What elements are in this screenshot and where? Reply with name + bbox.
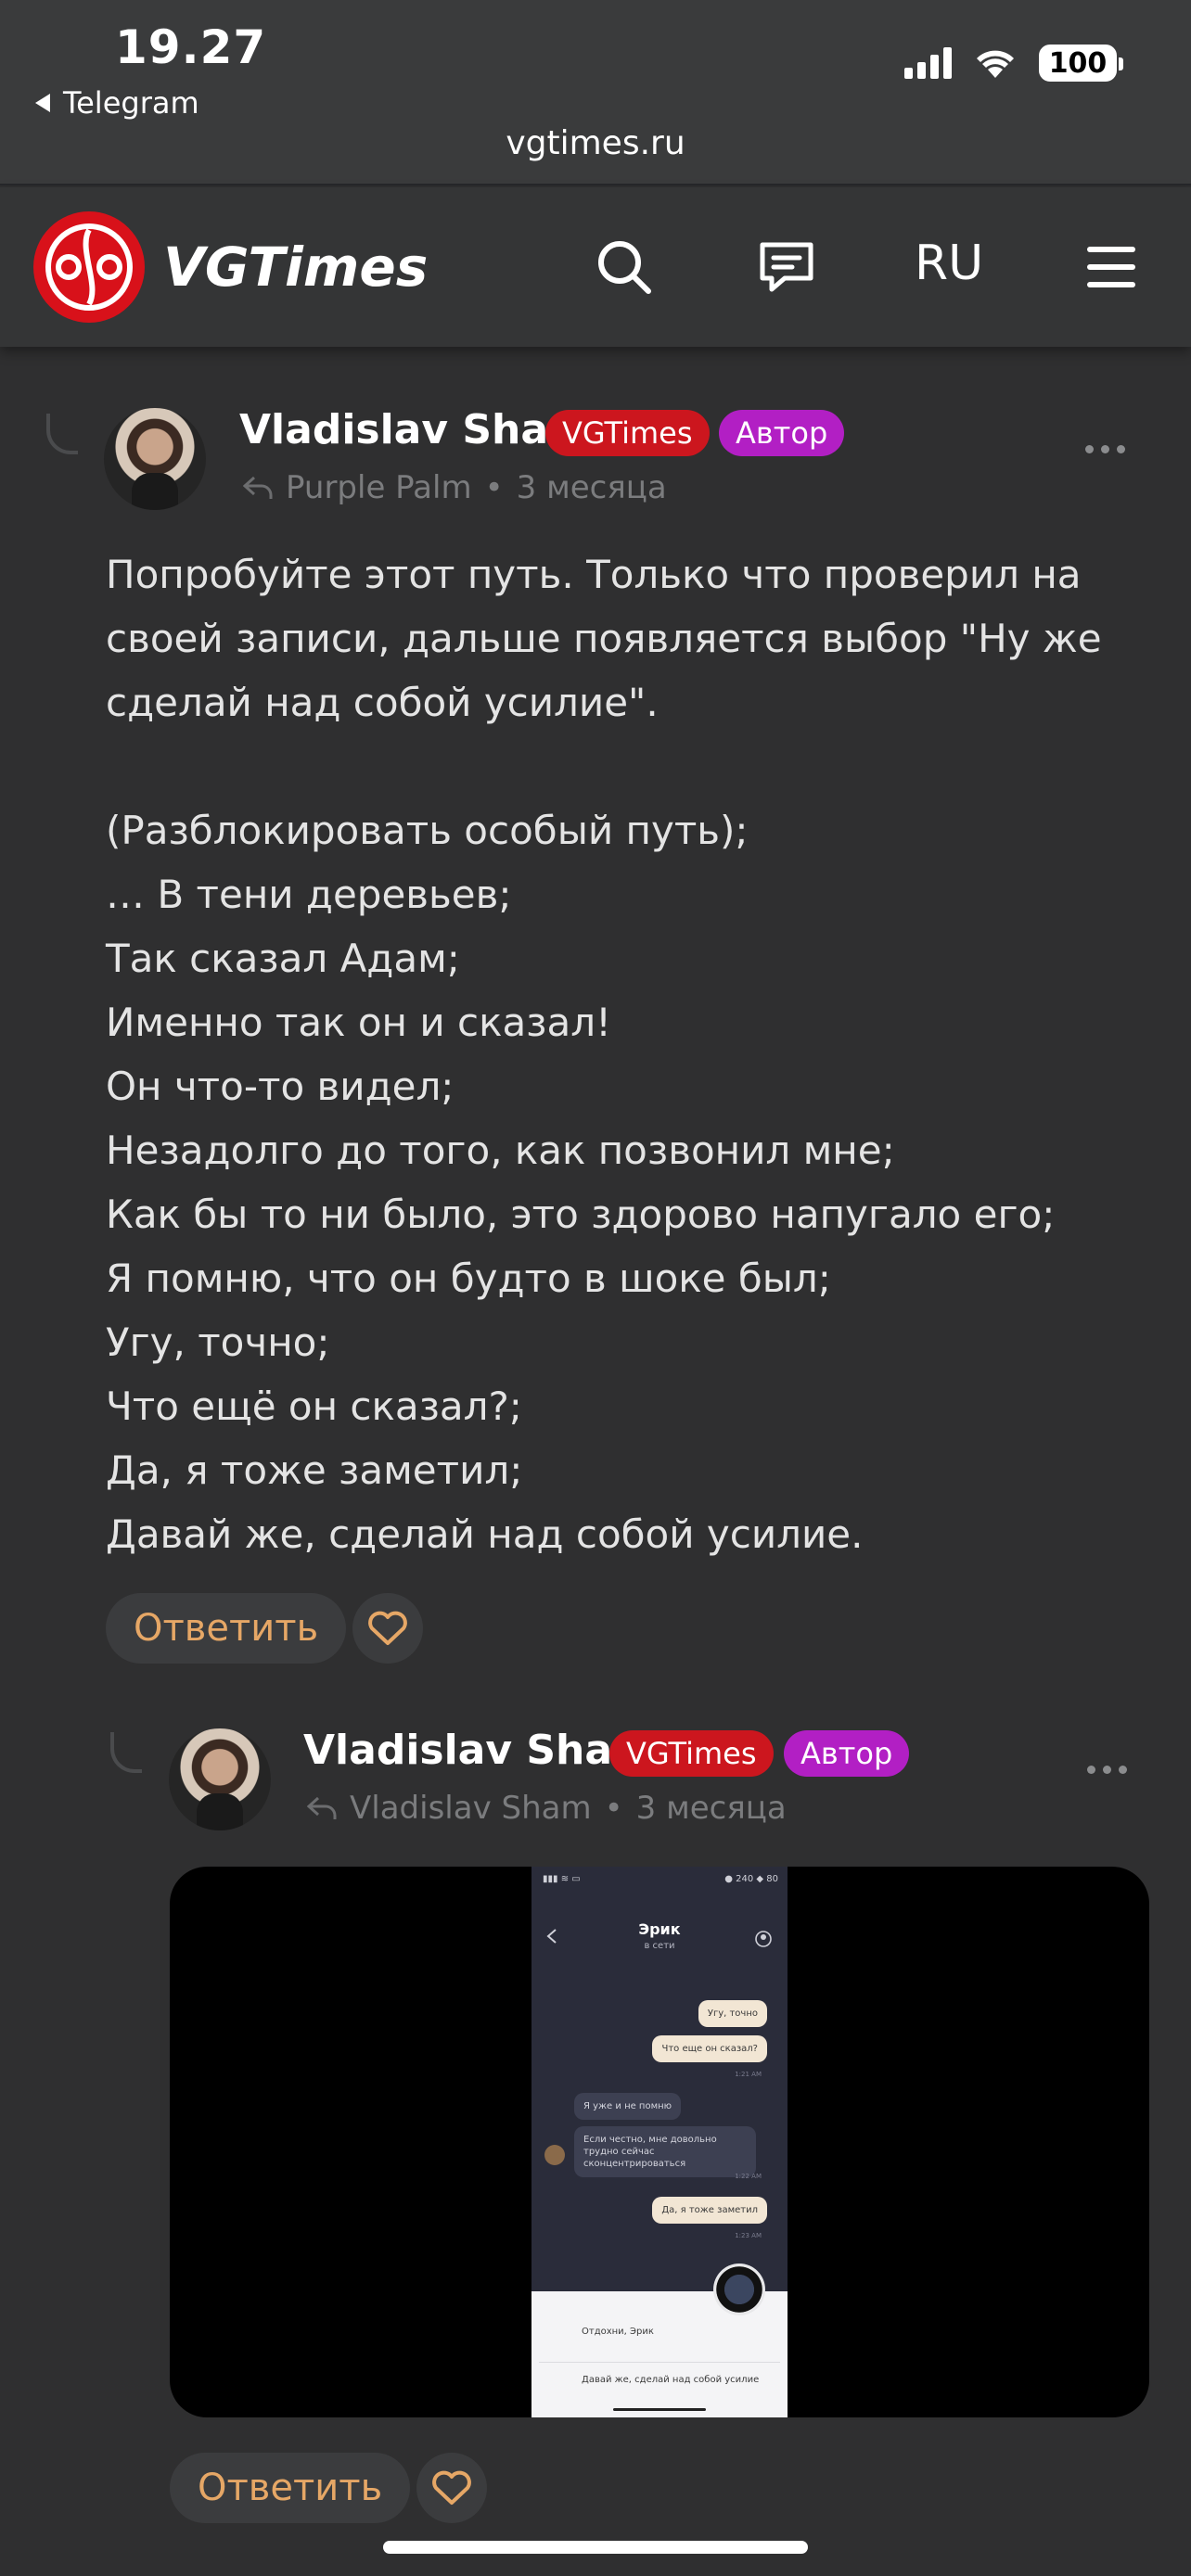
reply-to-user[interactable]: Vladislav Sham — [350, 1790, 592, 1827]
reply-arrow-icon — [243, 476, 273, 499]
url-bar[interactable]: vgtimes.ru — [0, 124, 1191, 162]
badge-author: Автор — [784, 1730, 910, 1777]
reply-arrow-icon — [307, 1796, 337, 1819]
comment-author[interactable]: Vladislav Sham — [303, 1727, 655, 1774]
system-icons: 100 — [904, 45, 1123, 82]
messages-icon[interactable] — [753, 234, 820, 300]
attached-image[interactable]: ▮▮▮ ≋ ▭ ● 240 ◆ 80 Эрик в сети Угу, точн… — [170, 1867, 1149, 2417]
chat-timestamp: 1:22 AM — [735, 2173, 762, 2180]
choice-divider — [539, 2362, 780, 2363]
logo-text[interactable]: VGTimes — [163, 236, 428, 299]
chat-message: Да, я тоже заметил — [652, 2197, 767, 2224]
reply-to-user[interactable]: Purple Palm — [286, 469, 472, 506]
comment-meta: Purple Palm • 3 месяца — [243, 469, 667, 506]
clock: 19.27 — [115, 20, 267, 74]
meta-separator: • — [604, 1790, 623, 1827]
search-icon[interactable] — [591, 234, 658, 300]
more-options-icon[interactable] — [1087, 1766, 1127, 1774]
choice-option: Давай же, сделай над собой усилие — [582, 2375, 760, 2385]
chat-profile-icon — [755, 1931, 772, 1947]
language-switch[interactable]: RU — [915, 236, 983, 291]
chat-title: Эрик — [638, 1920, 681, 1938]
menu-icon[interactable] — [1078, 234, 1145, 300]
chat-message: Если честно, мне довольно трудно сейчас … — [574, 2126, 756, 2177]
choice-avatar — [713, 2264, 765, 2315]
avatar[interactable] — [169, 1728, 271, 1830]
thread-line — [110, 1732, 142, 1773]
back-to-app-link[interactable]: Telegram — [35, 85, 199, 121]
reply-button[interactable]: Ответить — [106, 1593, 347, 1664]
meta-separator: • — [484, 469, 504, 506]
reply-button[interactable]: Ответить — [170, 2453, 411, 2523]
avatar[interactable] — [104, 408, 206, 510]
thread-line — [46, 414, 78, 454]
chat-avatar — [544, 2145, 565, 2165]
embedded-home-indicator — [613, 2408, 706, 2411]
chat-message: Я уже и не помню — [574, 2093, 682, 2120]
comment-text: Попробуйте этот путь. Только что провери… — [106, 552, 1102, 1557]
more-options-icon[interactable] — [1085, 445, 1125, 453]
home-indicator[interactable] — [383, 2541, 808, 2554]
like-heart-icon[interactable] — [416, 2453, 487, 2523]
embedded-status-right2: 80 — [766, 1874, 778, 1884]
comment-author[interactable]: Vladislav Sham — [239, 406, 591, 453]
chat-message: Угу, точно — [698, 2000, 767, 2027]
chat-status: в сети — [644, 1941, 675, 1951]
site-header: VGTimes RU — [0, 187, 1191, 347]
wifi-icon — [977, 50, 1014, 78]
embedded-status-right: 240 — [736, 1874, 754, 1884]
chat-timestamp: 1:21 AM — [735, 2071, 762, 2078]
comment-meta: Vladislav Sham • 3 месяца — [307, 1790, 787, 1827]
back-app-label: Telegram — [63, 85, 199, 121]
status-bar: 19.27 Telegram 100 vgtimes.ru — [0, 0, 1191, 185]
vgtimes-logo-icon[interactable] — [33, 211, 145, 323]
badge-site: VGTimes — [609, 1730, 774, 1777]
comment-time: 3 месяца — [635, 1790, 787, 1827]
back-arrow-icon — [35, 94, 50, 112]
choice-option: Отдохни, Эрик — [582, 2327, 654, 2337]
chat-message: Что еще он сказал? — [652, 2035, 767, 2062]
battery-icon: 100 — [1039, 45, 1123, 82]
comment-time: 3 месяца — [516, 469, 667, 506]
cellular-signal-icon — [904, 47, 952, 79]
like-heart-icon[interactable] — [352, 1593, 423, 1664]
badge-author: Автор — [719, 410, 845, 456]
chat-timestamp: 1:23 AM — [735, 2232, 762, 2239]
badge-site: VGTimes — [545, 410, 710, 456]
battery-level: 100 — [1048, 46, 1108, 80]
embedded-chat-screenshot: ▮▮▮ ≋ ▭ ● 240 ◆ 80 Эрик в сети Угу, точн… — [531, 1867, 788, 2417]
